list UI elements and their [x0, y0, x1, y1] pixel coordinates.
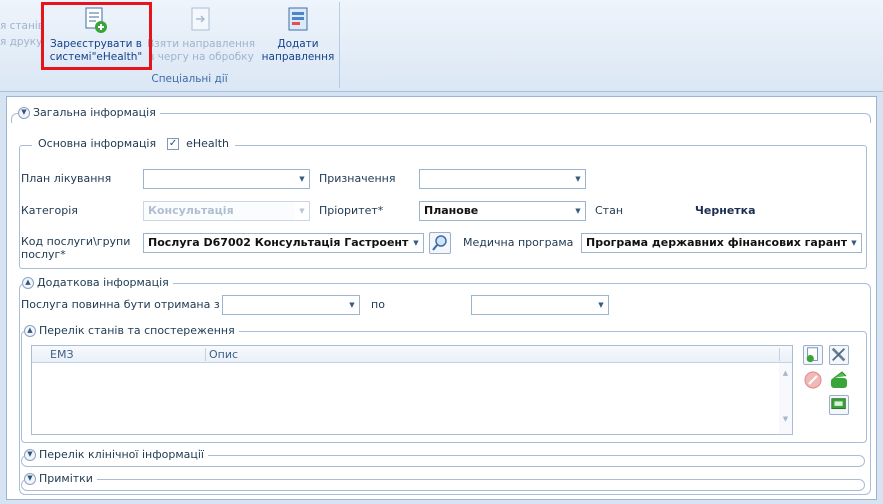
service-value: Послуга D67002 Консультація Гастроентеро… [148, 236, 423, 249]
general-info-section: ▼ Загальна інформація [11, 106, 871, 123]
service-label-2: послуг* [21, 248, 66, 261]
delete-record-button[interactable] [803, 370, 823, 390]
category-value: Консультація [148, 204, 234, 217]
link-record-button[interactable] [829, 370, 849, 390]
partial-button-label-2: я друку [0, 36, 43, 48]
basic-info-title: Основна інформація [38, 137, 157, 150]
collapse-toggle-icon[interactable]: ▲ [22, 276, 34, 289]
take-label-2: в чергу на обробку [148, 51, 254, 63]
additional-info-title: Додаткова інформація [37, 276, 169, 289]
chevron-down-icon[interactable]: ▼ [847, 234, 861, 252]
column-header-description[interactable]: Опис [209, 348, 238, 361]
column-header-emz[interactable]: ЕМЗ [50, 348, 74, 361]
export-record-button[interactable] [829, 395, 849, 415]
clinical-info-section: ▼ Перелік клінічної інформації [21, 448, 865, 467]
collapse-toggle-icon[interactable]: ▲ [24, 324, 36, 337]
add-label-1: Додати [277, 38, 319, 50]
tools-icon [831, 347, 846, 362]
link-icon [831, 371, 847, 388]
expand-toggle-icon[interactable]: ▼ [24, 472, 36, 485]
priority-value: Планове [424, 204, 479, 217]
to-label: по [371, 298, 385, 311]
add-record-button[interactable] [803, 345, 823, 365]
add-referral-button[interactable]: Додати направлення [260, 6, 336, 64]
referral-form-panel: ▼ Загальна інформація Основна інформація… [6, 96, 877, 500]
general-info-header[interactable]: ▼ Загальна інформація [18, 106, 160, 119]
partial-ribbon-button[interactable]: я станів я друку [0, 16, 44, 49]
take-label-1: Взяти направлення [146, 38, 256, 50]
chevron-down-icon[interactable]: ▼ [409, 234, 423, 252]
add-label-2: направлення [261, 51, 335, 63]
scroll-up-icon[interactable]: ▲ [779, 369, 792, 377]
add-referral-icon [288, 7, 308, 31]
priority-combo[interactable]: Планове ▼ [419, 201, 586, 221]
vertical-scrollbar[interactable]: ▲ ▼ [779, 363, 792, 434]
date-from-combo[interactable]: ▼ [222, 295, 360, 315]
plan-label: План лікування [21, 172, 112, 185]
search-service-button[interactable] [429, 232, 451, 254]
basic-info-header: Основна інформація ✓ eHealth [32, 137, 235, 150]
magnifier-icon [432, 235, 447, 251]
chevron-down-icon[interactable]: ▼ [295, 170, 309, 188]
notes-section: ▼ Примітки [21, 472, 865, 491]
states-title: Перелік станів та спостереження [39, 324, 235, 337]
general-info-title: Загальна інформація [33, 106, 156, 119]
category-combo: Консультація ▼ [143, 201, 310, 221]
ribbon-toolbar: я станів я друку Зареєструвати в системі… [0, 0, 883, 92]
date-to-combo[interactable]: ▼ [471, 295, 609, 315]
states-header[interactable]: ▲ Перелік станів та спостереження [24, 324, 239, 337]
chevron-down-icon[interactable]: ▼ [571, 170, 585, 188]
purpose-label: Призначення [319, 172, 396, 185]
service-label-1: Код послуги\групи [21, 235, 131, 248]
expand-toggle-icon[interactable]: ▼ [18, 106, 30, 119]
program-value: Програма державних фінансових гарантій м… [586, 236, 861, 249]
take-referral-icon [191, 7, 210, 31]
scroll-down-icon[interactable]: ▼ [779, 415, 792, 423]
expand-toggle-icon[interactable]: ▼ [24, 448, 36, 461]
chevron-down-icon[interactable]: ▼ [594, 296, 608, 314]
program-combo[interactable]: Програма державних фінансових гарантій м… [581, 233, 862, 253]
chevron-down-icon[interactable]: ▼ [571, 202, 585, 220]
column-separator [779, 348, 780, 361]
take-to-queue-button[interactable]: Взяти направлення в чергу на обробку [146, 6, 256, 64]
additional-info-header[interactable]: ▲ Додаткова інформація [22, 276, 173, 289]
chevron-down-icon: ▼ [295, 202, 309, 220]
clinical-info-header[interactable]: ▼ Перелік клінічної інформації [24, 448, 208, 461]
category-label: Категорія [21, 204, 78, 217]
plan-combo[interactable]: ▼ [143, 169, 310, 189]
ehealth-checkbox[interactable]: ✓ [167, 137, 180, 150]
group-label: Спеціальні дії [151, 73, 228, 85]
received-label: Послуга повинна бути отримана з [21, 298, 220, 311]
monitor-icon [831, 398, 846, 410]
service-label: Код послуги\групи послуг* [21, 235, 130, 261]
program-label: Медична програма [463, 236, 574, 249]
notes-title: Примітки [39, 472, 93, 485]
chevron-down-icon[interactable]: ▼ [345, 296, 359, 314]
clinical-info-title: Перелік клінічної інформації [39, 448, 204, 461]
states-table[interactable]: ЕМЗ Опис ▲ ▼ [31, 345, 793, 435]
priority-label: Пріоритет* [319, 204, 384, 217]
state-label: Стан [595, 204, 624, 217]
add-document-icon [806, 347, 818, 363]
highlight-box [41, 2, 152, 70]
partial-button-label-1: я станів [0, 20, 44, 32]
edit-record-button[interactable] [829, 345, 849, 365]
notes-header[interactable]: ▼ Примітки [24, 472, 97, 485]
delete-icon [804, 371, 822, 389]
service-combo[interactable]: Послуга D67002 Консультація Гастроентеро… [143, 233, 424, 253]
state-value: Чернетка [695, 204, 756, 217]
purpose-combo[interactable]: ▼ [419, 169, 586, 189]
table-header: ЕМЗ Опис [32, 346, 792, 363]
column-separator [205, 348, 206, 361]
ehealth-label: eHealth [186, 137, 229, 150]
